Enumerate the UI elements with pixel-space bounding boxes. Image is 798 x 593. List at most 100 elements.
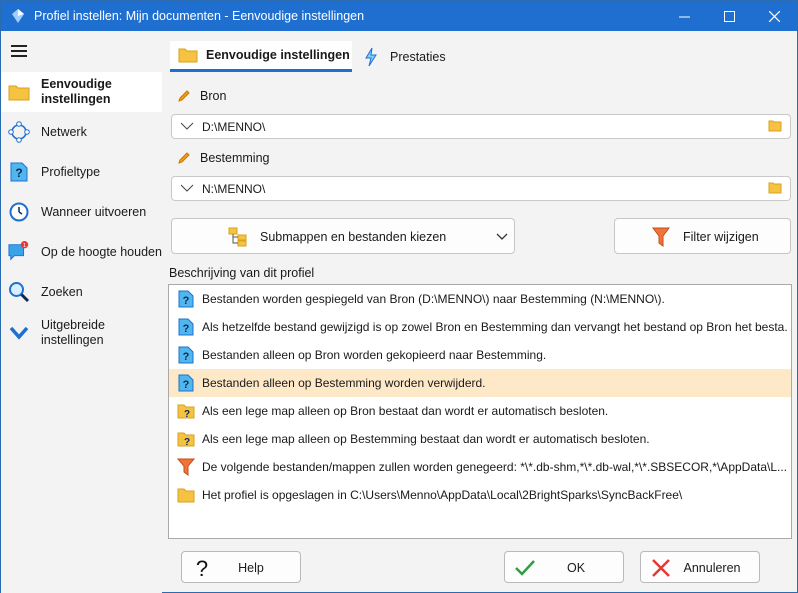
svg-text:?: ? bbox=[15, 166, 22, 180]
minimize-icon bbox=[678, 16, 690, 17]
description-text: Bestanden alleen op Bron worden gekopiee… bbox=[202, 348, 547, 362]
ok-button-label: OK bbox=[566, 561, 586, 575]
change-filter-button[interactable]: Filter wijzigen bbox=[614, 218, 791, 254]
destination-label-text: Bestemming bbox=[200, 151, 270, 165]
network-icon bbox=[8, 121, 30, 143]
filter-button-label: Filter wijzigen bbox=[683, 230, 759, 244]
pencil-icon bbox=[178, 152, 190, 164]
hamburger-menu-icon[interactable] bbox=[11, 45, 27, 59]
list-item[interactable]: ? Bestanden alleen op Bron worden gekopi… bbox=[169, 341, 791, 369]
description-list[interactable]: ? Bestanden worden gespiegeld van Bron (… bbox=[168, 284, 792, 539]
tab-label: Prestaties bbox=[390, 49, 446, 64]
close-icon bbox=[768, 10, 780, 22]
lightning-icon bbox=[365, 47, 377, 66]
close-button[interactable] bbox=[751, 1, 797, 31]
folder-icon bbox=[177, 488, 195, 503]
sidebar-item-label: Profieltype bbox=[41, 164, 101, 179]
question-folder-icon: ? bbox=[177, 432, 195, 448]
tree-folders-icon bbox=[228, 227, 247, 247]
sidebar-item-label: Zoeken bbox=[41, 284, 83, 299]
notification-badge: 1 bbox=[23, 243, 26, 249]
app-logo-icon bbox=[12, 9, 24, 23]
svg-text:?: ? bbox=[184, 437, 190, 448]
tab-eenvoudige-instellingen[interactable]: Eenvoudige instellingen bbox=[170, 41, 352, 72]
source-path-field[interactable]: D:\MENNO\ bbox=[171, 114, 791, 139]
sidebar-item-wanneer-uitvoeren[interactable]: Wanneer uitvoeren bbox=[1, 201, 162, 223]
sidebar-item-zoeken[interactable]: Zoeken bbox=[1, 281, 162, 303]
ok-button[interactable]: OK bbox=[504, 551, 624, 583]
minimize-button[interactable] bbox=[661, 1, 707, 31]
clock-icon bbox=[8, 201, 30, 223]
list-item[interactable]: Het profiel is opgeslagen in C:\Users\Me… bbox=[169, 481, 791, 509]
filter-icon bbox=[652, 227, 670, 247]
description-text: De volgende bestanden/mappen zullen word… bbox=[202, 460, 787, 474]
list-item[interactable]: ? Als een lege map alleen op Bestemming … bbox=[169, 425, 791, 453]
sidebar-item-label: Eenvoudige instellingen bbox=[41, 77, 112, 106]
destination-path-value: N:\MENNO\ bbox=[202, 181, 266, 196]
list-item[interactable]: ? Als hetzelfde bestand gewijzigd is op … bbox=[169, 313, 791, 341]
chevron-down-icon bbox=[496, 233, 508, 240]
chevron-down-icon[interactable] bbox=[180, 121, 194, 131]
browse-folder-icon[interactable] bbox=[768, 120, 782, 132]
list-item[interactable]: De volgende bestanden/mappen zullen word… bbox=[169, 453, 791, 481]
chevron-down-icon bbox=[8, 322, 30, 344]
notification-icon: 1 bbox=[8, 241, 30, 263]
folder-icon bbox=[178, 48, 198, 63]
cancel-button-label: Annuleren bbox=[683, 561, 741, 575]
sidebar-item-op-de-hoogte-houden[interactable]: 1 Op de hoogte houden bbox=[1, 241, 162, 263]
title-bar: Profiel instellen: Mijn documenten - Een… bbox=[1, 1, 797, 31]
sidebar-item-netwerk[interactable]: Netwerk bbox=[1, 121, 162, 143]
help-button-label: Help bbox=[238, 561, 264, 575]
tab-prestaties[interactable]: Prestaties bbox=[358, 41, 458, 72]
maximize-button[interactable] bbox=[706, 1, 752, 31]
folder-icon bbox=[8, 81, 30, 103]
svg-text:?: ? bbox=[183, 351, 190, 363]
chevron-down-icon[interactable] bbox=[180, 183, 194, 193]
sidebar-item-profieltype[interactable]: ? Profieltype bbox=[1, 161, 162, 183]
sidebar-item-eenvoudige-instellingen[interactable]: Eenvoudige instellingen bbox=[1, 72, 162, 112]
description-text: Het profiel is opgeslagen in C:\Users\Me… bbox=[202, 488, 683, 502]
question-doc-icon: ? bbox=[178, 318, 194, 336]
question-doc-icon: ? bbox=[8, 161, 30, 183]
svg-text:?: ? bbox=[183, 323, 190, 335]
list-item[interactable]: ? Bestanden worden gespiegeld van Bron (… bbox=[169, 285, 791, 313]
profile-settings-window: Profiel instellen: Mijn documenten - Een… bbox=[0, 0, 798, 593]
description-text: Bestanden worden gespiegeld van Bron (D:… bbox=[202, 292, 665, 306]
svg-text:?: ? bbox=[183, 379, 190, 391]
source-path-value: D:\MENNO\ bbox=[202, 119, 266, 134]
tab-label: Eenvoudige instellingen bbox=[206, 48, 350, 62]
sidebar-item-label: Wanneer uitvoeren bbox=[41, 204, 147, 219]
maximize-icon bbox=[723, 10, 735, 22]
browse-folder-icon[interactable] bbox=[768, 182, 782, 194]
svg-text:?: ? bbox=[184, 409, 190, 420]
destination-label: Bestemming bbox=[177, 151, 269, 165]
pencil-icon bbox=[178, 90, 190, 102]
search-icon bbox=[8, 281, 30, 303]
question-folder-icon: ? bbox=[177, 404, 195, 420]
description-text: Bestanden alleen op Bestemming worden ve… bbox=[202, 376, 486, 390]
subfolders-button-label: Submappen en bestanden kiezen bbox=[260, 230, 447, 244]
help-button[interactable]: ? Help bbox=[181, 551, 301, 583]
destination-path-field[interactable]: N:\MENNO\ bbox=[171, 176, 791, 201]
sidebar-item-label: Netwerk bbox=[41, 124, 87, 139]
question-doc-icon: ? bbox=[178, 290, 194, 308]
description-text: Als een lege map alleen op Bestemming be… bbox=[202, 432, 650, 446]
sidebar: Eenvoudige instellingen Netwerk ? Profie… bbox=[1, 31, 162, 593]
question-doc-icon: ? bbox=[178, 374, 194, 392]
question-doc-icon: ? bbox=[178, 346, 194, 364]
sidebar-item-label: Op de hoogte houden bbox=[41, 244, 162, 259]
list-item[interactable]: ? Als een lege map alleen op Bron bestaa… bbox=[169, 397, 791, 425]
sidebar-item-label: Uitgebreide instellingen bbox=[41, 318, 105, 347]
filter-icon bbox=[177, 458, 195, 476]
cancel-button[interactable]: Annuleren bbox=[640, 551, 760, 583]
svg-text:?: ? bbox=[183, 295, 190, 307]
list-item[interactable]: ? Bestanden alleen op Bestemming worden … bbox=[169, 369, 791, 397]
window-title: Profiel instellen: Mijn documenten - Een… bbox=[34, 9, 365, 23]
description-text: Als een lege map alleen op Bron bestaat … bbox=[202, 404, 609, 418]
source-label-text: Bron bbox=[200, 89, 227, 103]
description-text: Als hetzelfde bestand gewijzigd is op zo… bbox=[202, 320, 787, 334]
subfolders-files-button[interactable]: Submappen en bestanden kiezen bbox=[171, 218, 515, 254]
source-label: Bron bbox=[177, 89, 226, 103]
description-label: Beschrijving van dit profiel bbox=[169, 266, 315, 280]
sidebar-item-uitgebreide-instellingen[interactable]: Uitgebreide instellingen bbox=[1, 317, 162, 349]
